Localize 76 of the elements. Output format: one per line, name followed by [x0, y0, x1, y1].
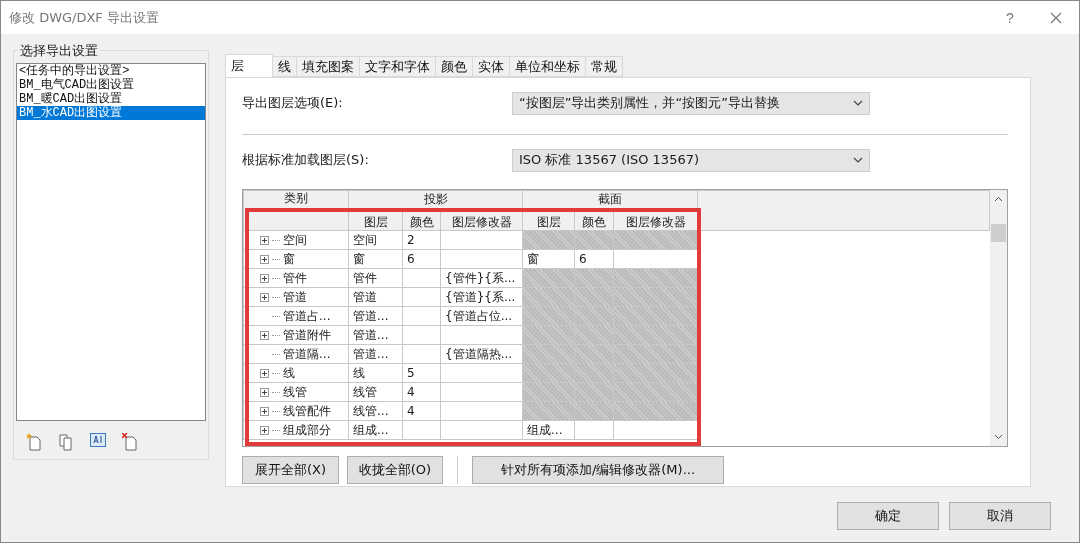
- table-cell: 管道...: [348, 306, 403, 326]
- category-label[interactable]: 管道: [283, 289, 307, 305]
- expand-icon[interactable]: [260, 425, 269, 435]
- list-item[interactable]: BM_暖CAD出图设置: [17, 92, 205, 106]
- scroll-thumb[interactable]: [991, 224, 1006, 242]
- help-button[interactable]: ?: [987, 2, 1033, 33]
- category-label[interactable]: 线管: [283, 384, 307, 400]
- edit-modifiers-button[interactable]: 针对所有项添加/编辑修改器(M)...: [472, 456, 724, 484]
- table-cell: 管件: [348, 268, 403, 288]
- expand-icon[interactable]: [260, 273, 269, 283]
- table-cell: 线管...: [348, 401, 403, 421]
- tab[interactable]: 单位和坐标: [509, 56, 586, 77]
- delete-document-icon: [122, 433, 138, 451]
- table-cell: 窗: [522, 249, 575, 269]
- expand-icon[interactable]: [260, 330, 269, 340]
- table-cell: 2: [402, 230, 441, 250]
- table-cell: {管件}{系...: [440, 268, 523, 288]
- chevron-down-icon: [853, 157, 863, 163]
- tab[interactable]: 常规: [585, 56, 623, 77]
- list-item[interactable]: BM_水CAD出图设置: [17, 106, 205, 120]
- group-header: 投影: [348, 190, 523, 209]
- expand-icon[interactable]: [260, 368, 269, 378]
- table-cell: 空间: [348, 230, 403, 250]
- field-label: 导出图层选项(E):: [242, 94, 344, 112]
- table-cell: {管道隔热...: [440, 344, 523, 364]
- ok-button[interactable]: 确定: [837, 502, 939, 530]
- tab[interactable]: 层: [225, 54, 273, 77]
- copy-icon: [58, 433, 74, 451]
- table-cell: {管道}{系...: [440, 287, 523, 307]
- table-cell: 线: [348, 363, 403, 383]
- category-label[interactable]: 管件: [283, 270, 307, 286]
- expand-icon[interactable]: [260, 387, 269, 397]
- table-cell: 6: [402, 249, 441, 269]
- chevron-down-icon: [853, 100, 863, 106]
- tab[interactable]: 颜色: [435, 56, 473, 77]
- tab[interactable]: 填充图案: [296, 56, 360, 77]
- expand-icon[interactable]: [260, 292, 269, 302]
- tab[interactable]: 文字和字体: [359, 56, 436, 77]
- expand-icon[interactable]: [260, 235, 269, 245]
- list-item[interactable]: BM_电气CAD出图设置: [17, 78, 205, 92]
- close-icon: [1050, 11, 1062, 24]
- expand-icon[interactable]: [260, 254, 269, 264]
- table-cell: 组成...: [348, 420, 403, 440]
- dropdown[interactable]: “按图层”导出类别属性，并“按图元”导出替换: [512, 91, 870, 115]
- group-header: 截面: [522, 190, 698, 209]
- table-cell: 6: [574, 249, 614, 269]
- dropdown[interactable]: ISO 标准 13567 (ISO 13567): [512, 148, 870, 172]
- category-label[interactable]: 线: [283, 365, 295, 381]
- table-cell: 5: [402, 363, 441, 383]
- window-title: 修改 DWG/DXF 导出设置: [9, 8, 160, 27]
- cancel-button[interactable]: 取消: [949, 502, 1051, 530]
- rename-icon: [90, 433, 106, 447]
- expand-icon[interactable]: [260, 406, 269, 416]
- collapse-all-button[interactable]: 收拢全部(O): [347, 456, 443, 484]
- tab[interactable]: 实体: [472, 56, 510, 77]
- category-label[interactable]: 窗: [283, 251, 295, 267]
- table-cell: 管道: [348, 287, 403, 307]
- table-cell: 4: [402, 382, 441, 402]
- table-cell: 管道...: [348, 344, 403, 364]
- table-cell: {管道占位...: [440, 306, 523, 326]
- table-cell: 窗: [348, 249, 403, 269]
- category-label[interactable]: 空间: [283, 232, 307, 248]
- scroll-down-icon: [994, 434, 1003, 440]
- scrollbar[interactable]: [990, 190, 1007, 446]
- table-cell: 管道...: [348, 325, 403, 345]
- tab[interactable]: 线: [272, 56, 297, 77]
- new-document-icon: [26, 433, 42, 451]
- field-label: 根据标准加载图层(S):: [242, 151, 370, 169]
- group-title: 选择导出设置: [18, 42, 100, 60]
- table-cell: 线管: [348, 382, 403, 402]
- scroll-up-icon: [994, 196, 1003, 202]
- table-cell: 4: [402, 401, 441, 421]
- list-item[interactable]: <任务中的导出设置>: [17, 64, 205, 78]
- delete-button[interactable]: [122, 433, 140, 451]
- expand-all-button[interactable]: 展开全部(X): [242, 456, 339, 484]
- table-cell: 组成...: [522, 420, 575, 440]
